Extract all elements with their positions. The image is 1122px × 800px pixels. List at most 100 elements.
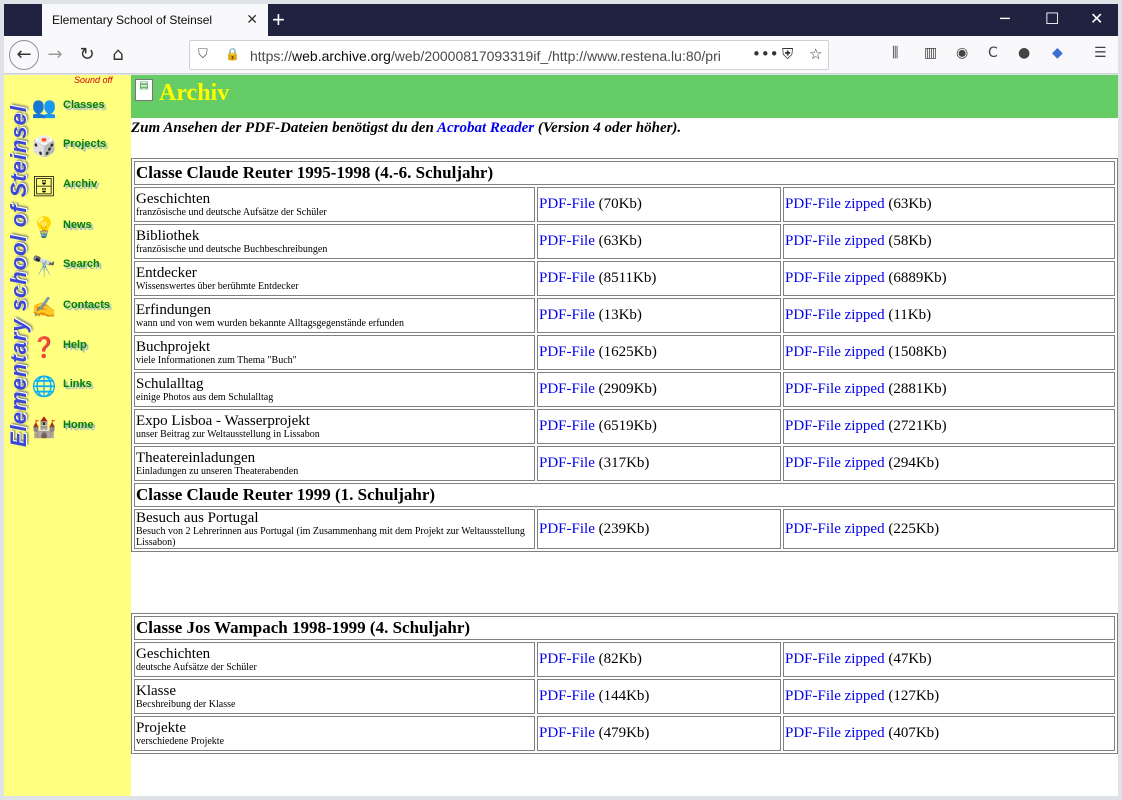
pdf-link[interactable]: PDF-File xyxy=(539,651,595,667)
pdf-zipped-link[interactable]: PDF-File zipped xyxy=(785,725,885,741)
entry-cell: Geschichten deutsche Aufsätze der Schüler xyxy=(134,642,535,677)
pdf-size: (13Kb) xyxy=(598,307,642,323)
pdf-cell: PDF-File (70Kb) xyxy=(537,187,781,222)
extension-diamond-icon[interactable]: ◆ xyxy=(1052,45,1063,61)
url-text[interactable]: https://web.archive.org/web/200008170933… xyxy=(250,48,720,64)
menu-label: Home xyxy=(63,419,94,431)
menu-help[interactable]: ❓ Help xyxy=(29,333,129,363)
pdf-zipped-link[interactable]: PDF-File zipped xyxy=(785,344,885,360)
entry-name: Besuch aus Portugal xyxy=(136,510,259,526)
home-icon: 🏰 xyxy=(31,417,57,439)
home-icon[interactable]: ⌂ xyxy=(105,42,131,68)
pdf-zipped-link[interactable]: PDF-File zipped xyxy=(785,688,885,704)
pdf-link[interactable]: PDF-File xyxy=(539,307,595,323)
sidebar-toggle-icon[interactable]: ▥ xyxy=(924,45,937,61)
menu-classes[interactable]: 👥 Classes xyxy=(29,93,129,123)
entry-description: Becshreibung der Klasse xyxy=(136,699,236,710)
pdf-size: (317Kb) xyxy=(598,455,650,471)
entry-description: verschiedene Projekte xyxy=(136,736,225,747)
pdf-link[interactable]: PDF-File xyxy=(539,688,595,704)
menu-news[interactable]: 💡 News xyxy=(29,213,129,243)
zip-cell: PDF-File zipped (225Kb) xyxy=(783,509,1115,549)
zip-size: (127Kb) xyxy=(888,688,940,704)
pdf-link[interactable]: PDF-File xyxy=(539,270,595,286)
bookmark-star-icon[interactable]: ☆ xyxy=(809,45,822,63)
pdf-link[interactable]: PDF-File xyxy=(539,455,595,471)
projects-icon: 🎲 xyxy=(31,136,57,158)
zip-size: (47Kb) xyxy=(888,651,932,667)
pdf-zipped-link[interactable]: PDF-File zipped xyxy=(785,455,885,471)
zip-cell: PDF-File zipped (407Kb) xyxy=(783,716,1115,751)
pdf-link[interactable]: PDF-File xyxy=(539,196,595,212)
close-tab-icon[interactable]: ✕ xyxy=(246,11,258,28)
menu-contacts[interactable]: ✍ Contacts xyxy=(29,293,129,323)
pdf-zipped-link[interactable]: PDF-File zipped xyxy=(785,270,885,286)
pdf-size: (82Kb) xyxy=(598,651,642,667)
minimize-icon[interactable]: ─ xyxy=(1000,9,1010,28)
hamburger-menu-icon[interactable]: ☰ xyxy=(1094,45,1107,61)
pdf-link[interactable]: PDF-File xyxy=(539,381,595,397)
pdf-cell: PDF-File (239Kb) xyxy=(537,509,781,549)
lock-icon[interactable]: 🔒 xyxy=(225,47,240,62)
pdf-zipped-link[interactable]: PDF-File zipped xyxy=(785,418,885,434)
section-title: Classe Claude Reuter 1999 (1. Schuljahr) xyxy=(134,483,1115,507)
table-row: Geschichten französische und deutsche Auf… xyxy=(134,187,1115,222)
window-close-icon[interactable]: ✕ xyxy=(1090,9,1103,28)
extension-c-icon[interactable]: C xyxy=(988,45,998,61)
menu-links[interactable]: 🌐 Links xyxy=(29,372,129,402)
entry-name: Geschichten xyxy=(136,191,211,207)
extension-dots-icon[interactable]: ● xyxy=(1018,45,1030,61)
entry-description: deutsche Aufsätze der Schüler xyxy=(136,662,257,673)
browser-navbar: ← → ↻ ⌂ ⛉ 🔒 https://web.archive.org/web/… xyxy=(4,36,1118,74)
new-tab-button[interactable]: + xyxy=(272,7,285,33)
pdf-zipped-link[interactable]: PDF-File zipped xyxy=(785,196,885,212)
sidebar: Sound off Elementary school of Steinsel … xyxy=(4,75,131,796)
zip-cell: PDF-File zipped (2881Kb) xyxy=(783,372,1115,407)
entry-description: einige Photos aus dem Schulalltag xyxy=(136,392,274,403)
page-header: ▤ Archiv xyxy=(131,75,1118,118)
reload-icon[interactable]: ↻ xyxy=(74,42,100,68)
menu-projects[interactable]: 🎲 Projects xyxy=(29,132,129,162)
url-bar[interactable]: ⛉ 🔒 https://web.archive.org/web/20000817… xyxy=(189,40,829,70)
pdf-size: (63Kb) xyxy=(598,233,642,249)
sound-toggle[interactable]: Sound off xyxy=(74,75,113,85)
pdf-size: (144Kb) xyxy=(598,688,650,704)
section-header-row: Classe Claude Reuter 1995-1998 (4.-6. Sc… xyxy=(134,161,1115,185)
page-actions-icon[interactable]: ••• xyxy=(752,45,779,63)
zip-size: (294Kb) xyxy=(888,455,940,471)
menu-label: Archiv xyxy=(63,178,98,190)
pdf-zipped-link[interactable]: PDF-File zipped xyxy=(785,381,885,397)
pdf-zipped-link[interactable]: PDF-File zipped xyxy=(785,233,885,249)
zip-cell: PDF-File zipped (2721Kb) xyxy=(783,409,1115,444)
pdf-link[interactable]: PDF-File xyxy=(539,521,595,537)
pdf-link[interactable]: PDF-File xyxy=(539,418,595,434)
menu-archiv[interactable]: 🗄 Archiv xyxy=(29,172,129,202)
menu-home[interactable]: 🏰 Home xyxy=(29,413,129,443)
table-row: Projekte verschiedene Projekte PDF-File (4… xyxy=(134,716,1115,751)
pdf-link[interactable]: PDF-File xyxy=(539,233,595,249)
classes-icon: 👥 xyxy=(31,97,57,119)
account-icon[interactable]: ◉ xyxy=(956,45,968,61)
pdf-link[interactable]: PDF-File xyxy=(539,344,595,360)
maximize-icon[interactable]: ☐ xyxy=(1045,9,1059,28)
table-row: Geschichten deutsche Aufsätze der Schüler… xyxy=(134,642,1115,677)
pdf-zipped-link[interactable]: PDF-File zipped xyxy=(785,307,885,323)
browser-titlebar: Elementary School of Steinsel ✕ + ─ ☐ ✕ xyxy=(4,4,1118,36)
pdf-link[interactable]: PDF-File xyxy=(539,725,595,741)
browser-tab[interactable]: Elementary School of Steinsel ✕ xyxy=(42,4,268,36)
library-icon[interactable]: ⫼ xyxy=(892,45,898,61)
zip-cell: PDF-File zipped (11Kb) xyxy=(783,298,1115,333)
forward-arrow-icon[interactable]: → xyxy=(42,42,68,68)
pocket-icon[interactable]: ⛨ xyxy=(782,45,793,63)
archive-table-reuter: Classe Claude Reuter 1995-1998 (4.-6. Sc… xyxy=(131,158,1118,552)
pdf-zipped-link[interactable]: PDF-File zipped xyxy=(785,521,885,537)
entry-description: Wissenswertes über berühmte Entdecker xyxy=(136,281,299,292)
menu-search[interactable]: 🔭 Search xyxy=(29,252,129,282)
pdf-zipped-link[interactable]: PDF-File zipped xyxy=(785,651,885,667)
tracking-shield-icon[interactable]: ⛉ xyxy=(198,46,208,62)
table-row: Entdecker Wissenswertes über berühmte Ent… xyxy=(134,261,1115,296)
acrobat-reader-link[interactable]: Acrobat Reader xyxy=(437,120,534,136)
pdf-size: (6519Kb) xyxy=(598,418,657,434)
back-arrow-icon[interactable]: ← xyxy=(9,40,39,70)
entry-cell: Klasse Becshreibung der Klasse xyxy=(134,679,535,714)
